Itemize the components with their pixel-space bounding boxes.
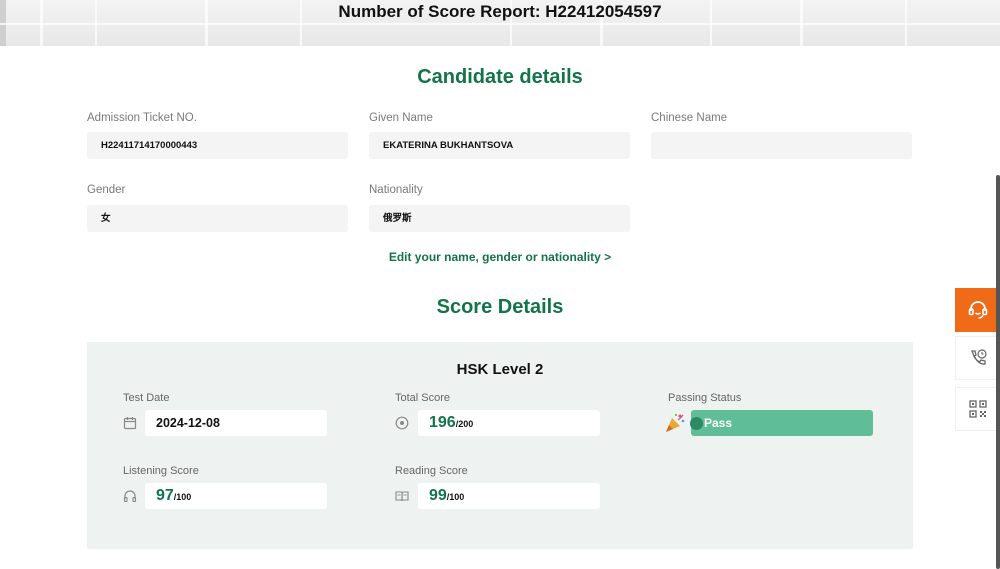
nationality-field: 俄罗斯 bbox=[369, 205, 630, 232]
report-number-title: Number of Score Report: H22412054597 bbox=[338, 2, 662, 21]
hsk-level-title: HSK Level 2 bbox=[456, 361, 544, 378]
pass-status-value: Pass bbox=[704, 416, 733, 430]
phone-clock-icon bbox=[970, 349, 987, 365]
given-name-label: Given Name bbox=[369, 112, 433, 124]
test-date-value: 2024-12-08 bbox=[156, 416, 220, 430]
status-dot-icon bbox=[690, 417, 703, 430]
book-icon bbox=[395, 491, 409, 502]
headphones-icon bbox=[123, 490, 137, 503]
listening-score-label: Listening Score bbox=[123, 465, 199, 477]
admission-ticket-label: Admission Ticket NO. bbox=[87, 112, 197, 124]
candidate-details-heading: Candidate details bbox=[417, 66, 583, 88]
reading-score-label: Reading Score bbox=[395, 465, 468, 477]
nationality-label: Nationality bbox=[369, 184, 423, 196]
admission-ticket-field: H22411714170000443 bbox=[87, 132, 348, 159]
qr-code-button[interactable] bbox=[955, 387, 1000, 431]
phone-hours-button[interactable] bbox=[955, 336, 1000, 380]
reading-score-max: /100 bbox=[446, 492, 465, 502]
total-score-value: 196 bbox=[429, 414, 456, 431]
passing-status-label: Passing Status bbox=[668, 392, 742, 404]
test-date-label: Test Date bbox=[123, 392, 170, 404]
score-panel: HSK Level 2 Test Date 2024-12-08 Total S… bbox=[87, 342, 913, 549]
qr-code-icon bbox=[968, 400, 987, 418]
gender-label: Gender bbox=[87, 184, 126, 196]
given-name-field: EKATERINA BUKHANTSOVA bbox=[369, 132, 630, 159]
listening-score-max: /100 bbox=[173, 492, 192, 502]
test-date-box: 2024-12-08 bbox=[145, 410, 327, 436]
listening-score-box: 97/100 bbox=[145, 483, 327, 509]
report-banner: Number of Score Report: H22412054597 bbox=[0, 0, 1000, 46]
chinese-name-label: Chinese Name bbox=[651, 112, 728, 124]
score-details-heading: Score Details bbox=[436, 296, 564, 318]
chinese-name-field bbox=[651, 132, 912, 159]
reading-score-box: 99/100 bbox=[418, 483, 600, 509]
total-score-box: 196/200 bbox=[418, 410, 600, 436]
edit-details-link[interactable]: Edit your name, gender or nationality > bbox=[0, 250, 1000, 264]
reading-score-value: 99 bbox=[429, 487, 447, 504]
page-scrollbar[interactable] bbox=[996, 175, 1000, 569]
listening-score-value: 97 bbox=[156, 487, 174, 504]
calendar-icon bbox=[123, 417, 137, 430]
customer-service-button[interactable] bbox=[955, 288, 1000, 332]
total-score-label: Total Score bbox=[395, 392, 451, 404]
gender-field: 女 bbox=[87, 205, 348, 232]
target-icon bbox=[395, 416, 409, 430]
customer-service-icon bbox=[968, 301, 987, 319]
party-popper-icon bbox=[666, 413, 685, 432]
total-score-max: /200 bbox=[455, 419, 474, 429]
pass-status-badge: Pass bbox=[690, 410, 873, 436]
